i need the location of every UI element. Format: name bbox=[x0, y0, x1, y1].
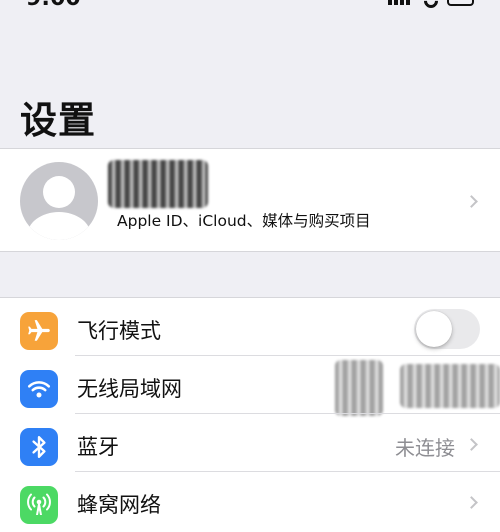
page-title: 设置 bbox=[20, 99, 96, 142]
toggle-knob bbox=[416, 311, 452, 347]
chevron-right-icon bbox=[465, 496, 478, 509]
airplane-icon bbox=[20, 312, 58, 350]
row-label-cellular: 蜂窝网络 bbox=[77, 493, 161, 517]
row-label-bluetooth: 蓝牙 bbox=[77, 435, 119, 459]
bluetooth-icon bbox=[20, 428, 58, 466]
row-label-airplane-mode: 飞行模式 bbox=[77, 319, 161, 343]
bluetooth-status-value: 未连接 bbox=[395, 436, 455, 460]
avatar bbox=[20, 162, 98, 240]
wifi-status-icon bbox=[421, 0, 441, 11]
redacted-wifi-name bbox=[335, 360, 383, 416]
chevron-right-icon bbox=[465, 438, 478, 451]
wifi-icon bbox=[20, 370, 58, 408]
row-label-wifi: 无线局域网 bbox=[77, 377, 182, 401]
row-bluetooth[interactable]: 蓝牙 未连接 bbox=[0, 414, 500, 472]
airplane-mode-toggle[interactable] bbox=[414, 309, 480, 349]
connectivity-settings-group: 飞行模式 无线局域网 蓝牙 未连接 蜂窝网络 bbox=[0, 297, 500, 532]
status-bar: 9:00 bbox=[0, 0, 500, 14]
profile-subtitle: Apple ID、iCloud、媒体与购买项目 bbox=[117, 212, 371, 230]
row-cellular[interactable]: 蜂窝网络 bbox=[0, 472, 500, 530]
redacted-user-name bbox=[108, 160, 208, 208]
chevron-right-icon bbox=[465, 195, 478, 208]
redacted-wifi-name bbox=[400, 364, 500, 408]
status-time: 9:00 bbox=[26, 0, 81, 11]
row-wifi[interactable]: 无线局域网 bbox=[0, 356, 500, 416]
row-airplane-mode: 飞行模式 bbox=[0, 298, 500, 356]
cellular-icon bbox=[20, 486, 58, 524]
apple-id-profile-row[interactable]: Apple ID、iCloud、媒体与购买项目 bbox=[0, 148, 500, 252]
battery-icon bbox=[447, 0, 474, 6]
